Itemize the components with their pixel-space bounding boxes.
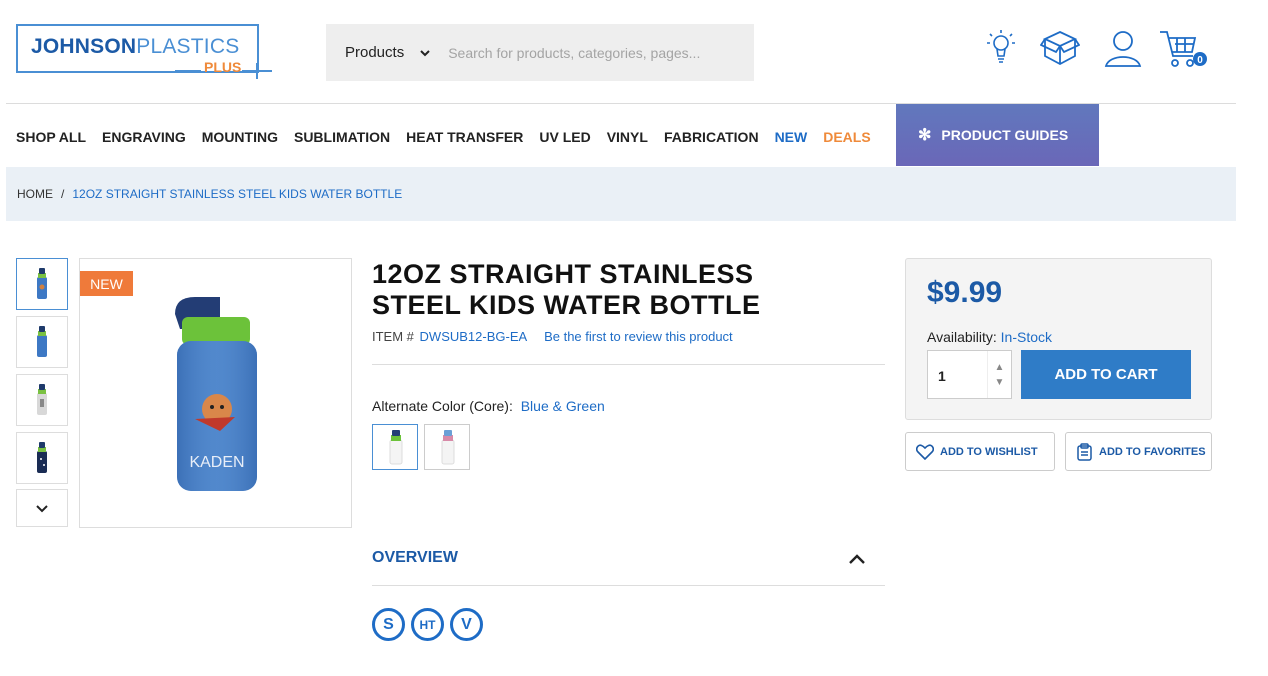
main-nav: SHOP ALL ENGRAVING MOUNTING SUBLIMATION …	[16, 129, 871, 145]
search-category-select[interactable]: Products	[345, 44, 404, 61]
nav-vinyl[interactable]: VINYL	[607, 129, 648, 145]
breadcrumb-current: 12OZ STRAIGHT STAINLESS STEEL KIDS WATER…	[72, 187, 403, 201]
product-guides-button[interactable]: ✻ PRODUCT GUIDES	[896, 104, 1099, 166]
quantity-value[interactable]: 1	[938, 368, 946, 384]
item-info: ITEM # DWSUB12-BG-EA Be the first to rev…	[372, 329, 733, 344]
color-swatch-alt[interactable]	[424, 424, 470, 470]
breadcrumb-home[interactable]: HOME	[17, 187, 53, 201]
decrement-icon[interactable]: ▼	[995, 377, 1005, 388]
color-swatch-blue-green[interactable]	[372, 424, 418, 470]
heart-icon	[916, 443, 934, 460]
overview-heading[interactable]: OVERVIEW	[372, 549, 458, 567]
alt-color-value: Blue & Green	[520, 398, 605, 414]
increment-icon[interactable]: ▲	[995, 362, 1005, 373]
cart-icon[interactable]: 0	[1159, 28, 1213, 70]
breadcrumb-separator: /	[61, 187, 65, 201]
add-to-wishlist-button[interactable]: ADD TO WISHLIST	[905, 432, 1055, 471]
logo-cross	[256, 63, 258, 79]
availability-value: In-Stock	[1000, 329, 1053, 345]
vinyl-badge-icon: V	[450, 608, 483, 641]
nav-sublimation[interactable]: SUBLIMATION	[294, 129, 390, 145]
sublimation-badge-icon: S	[372, 608, 405, 641]
account-icon[interactable]	[1104, 28, 1142, 68]
alternate-color: Alternate Color (Core): Blue & Green	[372, 398, 605, 414]
product-title: 12OZ STRAIGHT STAINLESS STEEL KIDS WATER…	[372, 259, 761, 320]
chevron-down-icon[interactable]	[420, 48, 430, 58]
review-link[interactable]: Be the first to review this product	[544, 329, 733, 344]
site-logo[interactable]: JOHNSONPLASTICS PLUS	[16, 24, 272, 79]
search-bar: Products	[326, 24, 754, 81]
nav-shop-all[interactable]: SHOP ALL	[16, 129, 86, 145]
availability-label: Availability:	[927, 329, 997, 345]
thumbnail-4[interactable]	[16, 432, 68, 484]
nav-engraving[interactable]: ENGRAVING	[102, 129, 186, 145]
product-price: $9.99	[927, 276, 1003, 309]
thumbnail-3[interactable]	[16, 374, 68, 426]
thumbnail-1[interactable]	[16, 258, 68, 310]
alt-color-label: Alternate Color (Core):	[372, 398, 513, 414]
nav-new[interactable]: NEW	[775, 129, 808, 145]
quantity-stepper[interactable]: 1 ▲ ▼	[927, 350, 1012, 399]
add-to-cart-button[interactable]: ADD TO CART	[1021, 350, 1191, 399]
lightbulb-icon[interactable]	[986, 28, 1016, 68]
chevron-up-icon[interactable]	[848, 553, 866, 565]
item-sku: DWSUB12-BG-EA	[419, 329, 527, 344]
chevron-down-icon	[36, 505, 48, 513]
search-input[interactable]	[448, 44, 749, 61]
availability: Availability: In-Stock	[927, 329, 1052, 345]
divider	[372, 364, 885, 365]
wishlist-label: ADD TO WISHLIST	[940, 445, 1038, 458]
nav-uv-led[interactable]: UV LED	[539, 129, 590, 145]
box-icon[interactable]	[1040, 28, 1080, 68]
thumbnail-scroll-down[interactable]	[16, 489, 68, 527]
bottle-name-text: KADEN	[189, 454, 244, 471]
clipboard-icon	[1077, 442, 1092, 461]
process-badges: S HT V	[372, 608, 483, 641]
quantity-arrows: ▲ ▼	[987, 351, 1011, 398]
product-guides-label: PRODUCT GUIDES	[941, 127, 1069, 143]
breadcrumb: HOME / 12OZ STRAIGHT STAINLESS STEEL KID…	[6, 167, 1236, 221]
logo-plus: PLUS	[204, 59, 242, 75]
item-number-label: ITEM #	[372, 329, 414, 344]
logo-rule	[175, 70, 201, 72]
favorites-label: ADD TO FAVORITES	[1099, 445, 1206, 458]
snowflake-icon: ✻	[918, 127, 932, 144]
thumbnail-2[interactable]	[16, 316, 68, 368]
heat-transfer-badge-icon: HT	[411, 608, 444, 641]
add-to-favorites-button[interactable]: ADD TO FAVORITES	[1065, 432, 1212, 471]
water-bottle-image: KADEN	[175, 297, 257, 491]
new-badge: NEW	[80, 271, 133, 296]
product-main-image[interactable]: KADEN	[79, 258, 352, 528]
nav-fabrication[interactable]: FABRICATION	[664, 129, 759, 145]
divider	[372, 585, 885, 586]
nav-heat-transfer[interactable]: HEAT TRANSFER	[406, 129, 523, 145]
nav-deals[interactable]: DEALS	[823, 129, 870, 145]
logo-wordmark: JOHNSONPLASTICS	[31, 35, 240, 58]
nav-mounting[interactable]: MOUNTING	[202, 129, 278, 145]
cart-count-badge: 0	[1197, 55, 1203, 66]
